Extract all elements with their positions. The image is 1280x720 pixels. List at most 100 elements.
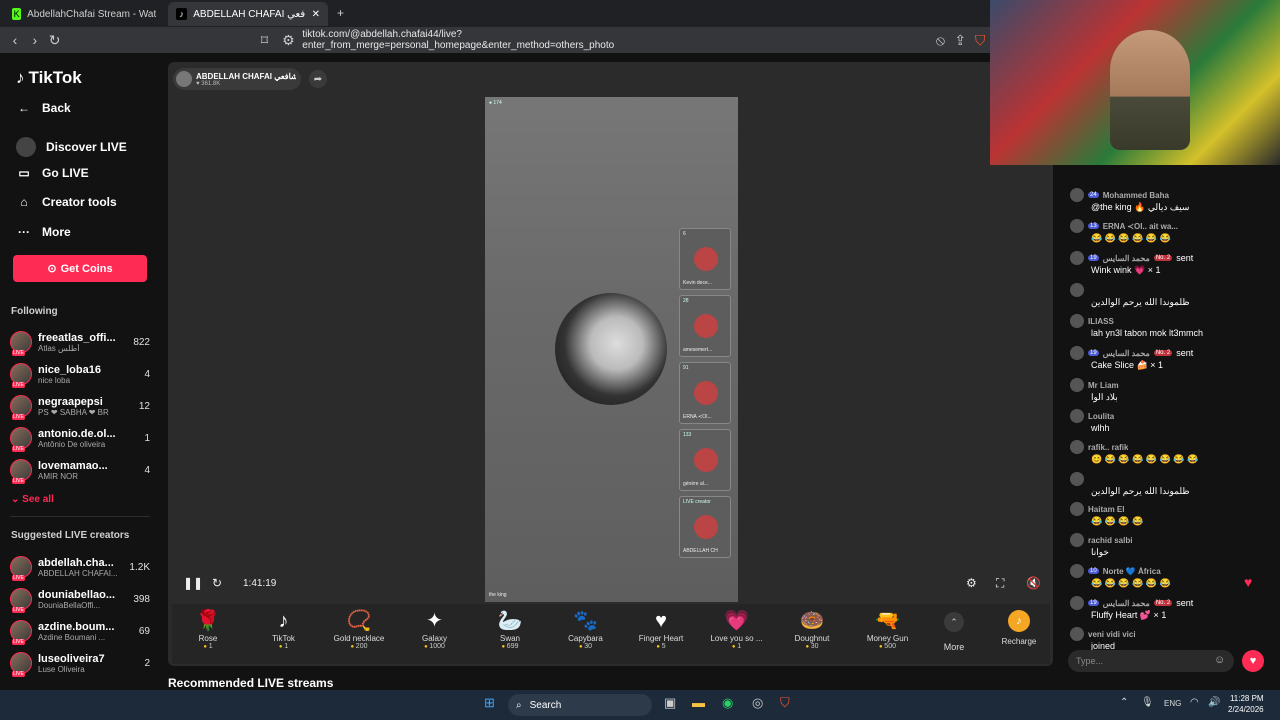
chat-username[interactable]: ERNA ≺OI.. ait wa... [1103, 222, 1178, 231]
fullscreen-icon[interactable]: ⛶ [996, 576, 1004, 591]
gift-item[interactable]: 💗 Love you so ...1 [701, 608, 773, 650]
gift-item[interactable]: ♪ TikTok1 [248, 608, 320, 650]
chat-username[interactable]: Mohammed Baha [1103, 191, 1169, 200]
chat-avatar[interactable] [1070, 378, 1084, 392]
chevron-up-icon[interactable]: ⌃ [1120, 697, 1128, 708]
chat-avatar[interactable] [1070, 564, 1084, 578]
chat-avatar[interactable] [1070, 596, 1084, 610]
emoji-icon[interactable]: ☺ [1214, 654, 1225, 666]
bookmark-icon[interactable]: ⌑ [255, 32, 275, 49]
host-info[interactable]: ABDELLAH CHAFAI عبدالله شافعي ♥ 361.8K [173, 68, 301, 90]
chat-avatar[interactable] [1070, 188, 1084, 202]
chat-avatar[interactable] [1070, 502, 1084, 516]
chat-avatar[interactable] [1070, 219, 1084, 233]
gift-item[interactable]: 🦢 Swan699 [474, 608, 546, 650]
gift-more-button[interactable]: More [930, 642, 978, 652]
extension-icon[interactable]: ⦸ [930, 32, 950, 49]
chat-username[interactable]: rafik.. rafik [1088, 443, 1128, 452]
chat-avatar[interactable] [1070, 533, 1084, 547]
settings-icon[interactable]: ⚙ [966, 576, 977, 590]
language-indicator[interactable]: ENG [1164, 699, 1181, 708]
chat-avatar[interactable] [1070, 472, 1084, 486]
following-account[interactable]: negraapepsiPS ❤ SABHA ❤ BR12 [10, 391, 150, 421]
share-button[interactable]: ➦ [309, 70, 327, 88]
nav-more[interactable]: ··· More [16, 225, 71, 239]
gift-item[interactable]: ✦ Galaxy1000 [399, 608, 471, 650]
guest-box[interactable]: 133 génère al... [679, 429, 731, 491]
new-tab-button[interactable]: + [337, 6, 344, 20]
chat-avatar[interactable] [1070, 251, 1084, 265]
file-explorer-icon[interactable]: ▬ [692, 695, 705, 710]
gift-item[interactable]: 🔫 Money Gun500 [852, 608, 924, 650]
brave-browser-icon[interactable]: ⛉ [780, 695, 790, 711]
back-arrow-icon[interactable]: ‹ [5, 32, 25, 48]
reload-icon[interactable]: ↻ [45, 32, 65, 49]
back-button[interactable]: ← Back [16, 101, 71, 115]
volume-icon[interactable]: 🔊 [1208, 697, 1220, 708]
gift-item[interactable]: 🐾 Capybara30 [550, 608, 622, 650]
gift-item[interactable]: 📿 Gold necklace200 [323, 608, 395, 650]
following-account[interactable]: lovemamao...AMIR NOR 4 [10, 455, 150, 485]
get-coins-button[interactable]: ⊙ Get Coins [13, 255, 147, 282]
gift-item[interactable]: 🍩 Doughnut30 [776, 608, 848, 650]
chat-avatar[interactable] [1070, 314, 1084, 328]
account-nickname: ABDELLAH CHAFAI... [38, 568, 118, 578]
guest-box[interactable]: 91 ERNA ≺OI... [679, 362, 731, 424]
chat-username[interactable]: ILIASS [1088, 317, 1114, 326]
following-account[interactable]: freeatlas_offi...Atlas أطلس 822 [10, 327, 150, 357]
taskbar-search[interactable]: ⌕ Search [508, 694, 652, 716]
refresh-icon[interactable]: ↻ [212, 576, 222, 590]
tab-2[interactable]: ♪ ABDELLAH CHAFAI عبدالله شافعي ... ✕ [168, 2, 328, 26]
chat-username[interactable]: محمد السايس [1103, 349, 1150, 358]
chat-username[interactable]: محمد السايس [1103, 599, 1150, 608]
chat-avatar[interactable] [1070, 409, 1084, 423]
nav-discover-live[interactable]: Discover LIVE [16, 137, 127, 157]
suggested-creator[interactable]: abdellah.cha...ABDELLAH CHAFAI... 1.2K [10, 552, 150, 582]
whatsapp-icon[interactable]: ◉ [722, 695, 733, 711]
chat-avatar[interactable] [1070, 440, 1084, 454]
chat-username[interactable]: Haitam El [1088, 505, 1124, 514]
following-account[interactable]: antonio.de.ol...Antônio De oliveira 1 [10, 423, 150, 453]
mute-icon[interactable]: 🔇 [1026, 576, 1041, 590]
nav-go-live[interactable]: ▭ Go LIVE [16, 166, 88, 180]
gift-item[interactable]: 🌹 Rose1 [172, 608, 244, 650]
nav-creator-tools[interactable]: ⌂ Creator tools [16, 195, 116, 209]
chat-username[interactable]: Loulita [1088, 412, 1114, 421]
guest-box[interactable]: LIVE creator ABDELLAH CH [679, 496, 731, 558]
chat-username[interactable]: محمد السايس [1103, 254, 1150, 263]
chat-avatar[interactable] [1070, 283, 1084, 297]
wifi-icon[interactable]: ◠ [1190, 697, 1199, 708]
chat-avatar[interactable] [1070, 627, 1084, 641]
gift-item[interactable]: ♥ Finger Heart5 [625, 608, 697, 650]
windows-start-icon[interactable]: ⊞ [484, 695, 495, 711]
task-view-icon[interactable]: ▣ [664, 695, 676, 711]
chevron-up-icon[interactable]: ⌃ [944, 612, 964, 632]
system-clock[interactable]: 11:28 PM 2/24/2026 [1228, 693, 1264, 715]
suggested-creator[interactable]: azdine.boum...Azdine Boumani ...69 [10, 616, 150, 646]
recharge-button[interactable]: ♪ Recharge [994, 610, 1044, 646]
suggested-creator[interactable]: luseoliveira7Luse Oliveira 2 [10, 648, 150, 678]
app-icon[interactable]: ◎ [752, 695, 763, 711]
close-icon[interactable]: ✕ [312, 9, 320, 20]
microphone-icon[interactable]: 🎙 [1141, 697, 1154, 708]
like-heart-button[interactable]: ♥ [1242, 650, 1264, 672]
chat-username[interactable]: rachid salbi [1088, 536, 1132, 545]
tab-1[interactable]: K AbdellahChafai Stream - Watch Live... [4, 2, 164, 26]
brave-shield-icon[interactable]: ⛉ [970, 32, 990, 49]
chat-username[interactable]: Mr Liam [1088, 381, 1119, 390]
suggested-creator[interactable]: douniabellao...DouniaBellaOffi... 398 [10, 584, 150, 614]
chat-input[interactable]: Type... [1068, 650, 1234, 672]
share-icon[interactable]: ⇪ [950, 32, 970, 49]
chat-avatar[interactable] [1070, 346, 1084, 360]
site-info-icon[interactable]: ⚙ [278, 32, 298, 49]
forward-arrow-icon[interactable]: › [25, 32, 45, 48]
guest-box[interactable]: 28 amesemert... [679, 295, 731, 357]
chat-username[interactable]: Norte 💙 África [1103, 567, 1161, 576]
see-all-link[interactable]: ⌄ See all [11, 494, 54, 505]
address-bar[interactable]: tiktok.com/@abdellah.chafai44/live?enter… [302, 29, 770, 51]
guest-box[interactable]: 6 Kevin dece... [679, 228, 731, 290]
following-account[interactable]: nice_loba16nice loba 4 [10, 359, 150, 389]
pause-icon[interactable]: ❚❚ [183, 576, 203, 590]
tiktok-logo[interactable]: ♪ TikTok [16, 68, 82, 88]
chat-username[interactable]: veni vidi vici [1088, 630, 1136, 639]
